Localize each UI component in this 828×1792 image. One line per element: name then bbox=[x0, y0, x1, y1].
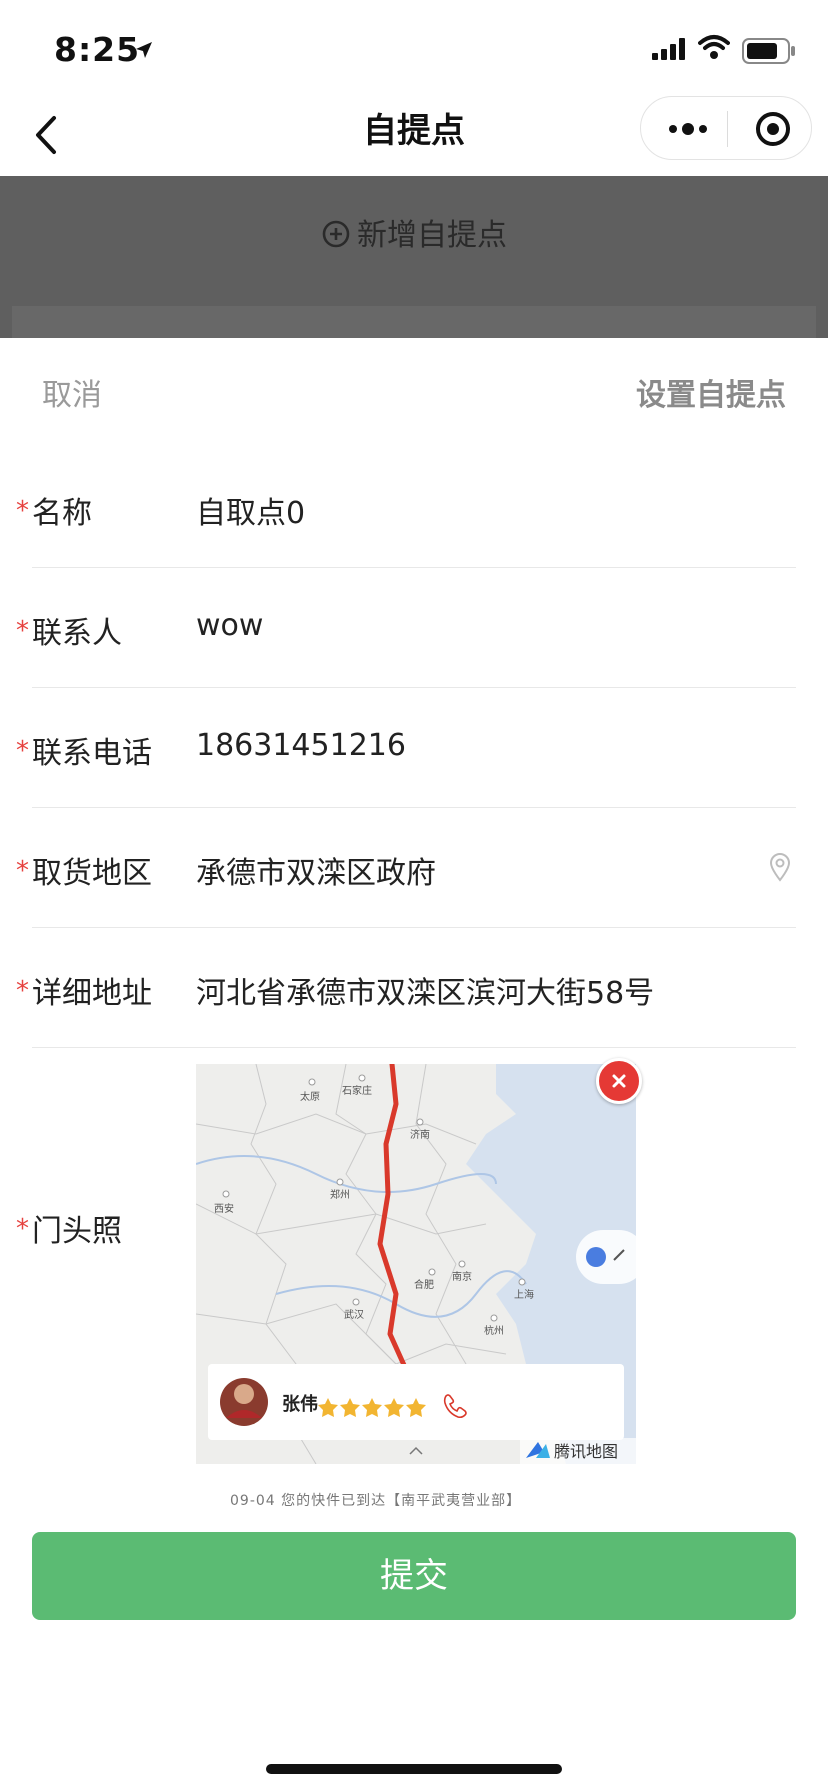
photo-caption: 09-04 您的快件已到达【南平武夷营业部】 bbox=[230, 1493, 522, 1509]
required-mark: * bbox=[16, 856, 29, 886]
contact-row: * 联系人 wow bbox=[0, 568, 828, 688]
map-brand: 腾讯地图 bbox=[554, 1442, 618, 1461]
map-label-shijiazhuang: 石家庄 bbox=[342, 1084, 372, 1097]
address-input[interactable]: 河北省承德市双滦区滨河大街58号 bbox=[196, 968, 654, 1012]
map-label-taiyuan: 太原 bbox=[300, 1090, 320, 1103]
signal-icon bbox=[652, 38, 685, 60]
close-icon bbox=[612, 1074, 626, 1088]
status-time: 8:25 bbox=[54, 30, 141, 69]
pickup-form-sheet: 取消 设置自提点 * 名称 自取点0 * 联系人 wow * 联系电话 1863… bbox=[0, 338, 828, 1792]
map-screenshot-image: 太原 石家庄 济南 西安 郑州 合肥 南京 上海 武汉 杭州 张伟 腾讯地图 bbox=[196, 1064, 636, 1464]
capsule-divider bbox=[727, 111, 728, 147]
storefront-photo-label: 门头照 bbox=[32, 1214, 122, 1249]
battery-icon bbox=[742, 38, 795, 64]
sheet-title: 设置自提点 bbox=[636, 378, 786, 413]
required-mark: * bbox=[16, 976, 29, 1006]
region-row[interactable]: * 取货地区 承德市双滦区政府 bbox=[0, 808, 828, 928]
courier-name: 张伟 bbox=[282, 1393, 318, 1415]
name-label: 名称 bbox=[32, 496, 92, 531]
phone-input[interactable]: 18631451216 bbox=[196, 728, 406, 763]
add-pickup-button: 新增自提点 bbox=[0, 212, 828, 260]
miniprogram-capsule bbox=[640, 96, 812, 160]
contact-label: 联系人 bbox=[32, 616, 122, 651]
map-label-hefei: 合肥 bbox=[414, 1278, 434, 1291]
region-value[interactable]: 承德市双滦区政府 bbox=[196, 848, 436, 892]
phone-row: * 联系电话 18631451216 bbox=[0, 688, 828, 808]
map-label-xian: 西安 bbox=[214, 1202, 234, 1215]
map-label-wuhan: 武汉 bbox=[344, 1308, 364, 1321]
required-mark: * bbox=[16, 616, 29, 646]
storefront-photo[interactable]: 太原 石家庄 济南 西安 郑州 合肥 南京 上海 武汉 杭州 张伟 腾讯地图 bbox=[196, 1064, 636, 1464]
location-pin-icon[interactable] bbox=[768, 852, 792, 882]
map-label-jinan: 济南 bbox=[410, 1128, 430, 1141]
home-indicator bbox=[266, 1764, 562, 1774]
region-label: 取货地区 bbox=[32, 856, 152, 891]
cancel-button[interactable]: 取消 bbox=[42, 370, 102, 414]
map-label-zhengzhou: 郑州 bbox=[330, 1188, 350, 1201]
name-row: * 名称 自取点0 bbox=[0, 448, 828, 568]
address-label: 详细地址 bbox=[32, 976, 152, 1011]
map-label-nanjing: 南京 bbox=[452, 1270, 472, 1283]
row-divider bbox=[32, 1047, 796, 1048]
close-miniprogram-icon[interactable] bbox=[753, 109, 793, 149]
map-label-hangzhou: 杭州 bbox=[484, 1324, 504, 1337]
contact-input[interactable]: wow bbox=[196, 608, 263, 643]
location-arrow-icon bbox=[136, 42, 152, 58]
phone-label: 联系电话 bbox=[32, 736, 152, 771]
address-row: * 详细地址 河北省承德市双滦区滨河大街58号 bbox=[0, 928, 828, 1048]
required-mark: * bbox=[16, 496, 29, 526]
required-mark: * bbox=[16, 736, 29, 766]
wifi-icon bbox=[698, 35, 730, 59]
add-pickup-label: 新增自提点 bbox=[357, 218, 507, 253]
plus-circle-icon bbox=[322, 220, 350, 247]
more-icon[interactable] bbox=[663, 111, 713, 147]
overlay-mask[interactable]: 新增自提点 bbox=[0, 176, 828, 346]
remove-photo-button[interactable] bbox=[596, 1058, 642, 1104]
submit-button[interactable]: 提交 bbox=[32, 1532, 796, 1620]
map-label-shanghai: 上海 bbox=[514, 1288, 534, 1301]
name-input[interactable]: 自取点0 bbox=[196, 488, 305, 532]
status-bar: 8:25 bbox=[0, 0, 828, 96]
nav-bar: 自提点 bbox=[0, 96, 828, 176]
required-mark: * bbox=[16, 1214, 29, 1244]
